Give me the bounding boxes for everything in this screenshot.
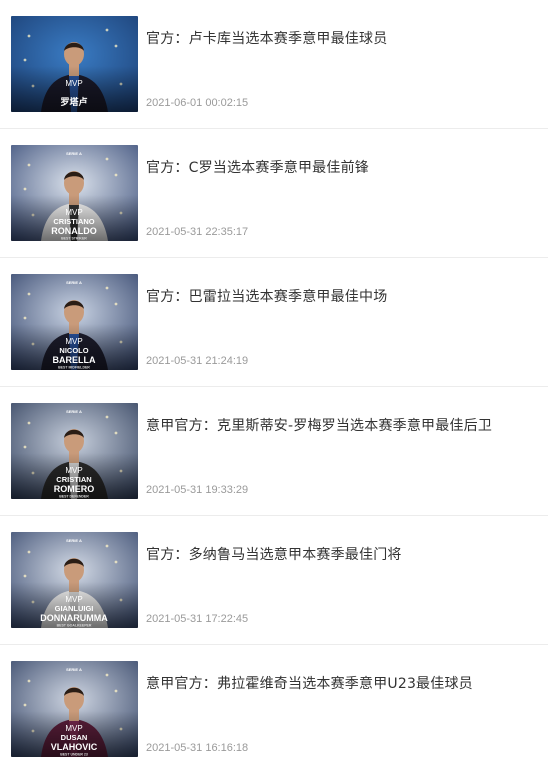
poster-league: SERIE A bbox=[66, 151, 82, 156]
poster-image: SERIE A MVPGIANLUIGIDONNARUMMABEST GOALKE… bbox=[11, 532, 138, 628]
news-thumbnail[interactable]: SERIE A MVP CRISTIAN ROMERO BEST DEFENDER bbox=[11, 403, 138, 499]
news-item[interactable]: SERIE A MVP GIANLUIGI DONNARUMMA BEST GOALKE… bbox=[0, 516, 548, 645]
news-item[interactable]: SERIE A MVP CRISTIANO RONALDO BEST STRIKER 官… bbox=[0, 129, 548, 258]
news-title[interactable]: 官方：卢卡库当选本赛季意甲最佳球员 bbox=[146, 29, 540, 49]
poster-first-name: DUSAN bbox=[61, 733, 88, 742]
news-item[interactable]: SERIE A MVP CRISTIAN ROMERO BEST DEFENDER 意甲… bbox=[0, 387, 548, 516]
news-title[interactable]: 官方：多纳鲁马当选意甲本赛季最佳门将 bbox=[146, 545, 540, 565]
poster-last-name: DONNARUMMA bbox=[40, 613, 108, 623]
poster-award: BEST GOALKEEPER bbox=[57, 624, 92, 628]
news-thumbnail[interactable]: SERIE A MVP GIANLUIGI DONNARUMMA BEST GOALKE… bbox=[11, 532, 138, 628]
poster-mvp: MVP bbox=[65, 337, 82, 346]
poster-last-name: RONALDO bbox=[51, 226, 97, 236]
news-timestamp: 2021-05-31 17:22:45 bbox=[146, 613, 249, 625]
poster-league: SERIE A bbox=[66, 538, 82, 543]
poster-award: BEST STRIKER bbox=[61, 237, 87, 241]
news-title[interactable]: 官方：巴雷拉当选本赛季意甲最佳中场 bbox=[146, 287, 540, 307]
news-thumbnail[interactable]: SERIE A MVP CRISTIANO RONALDO BEST STRIKER bbox=[11, 145, 138, 241]
poster-last-name: BARELLA bbox=[53, 355, 96, 365]
poster-first-name: CRISTIAN bbox=[56, 475, 91, 484]
news-thumbnail[interactable]: MVP 罗塔卢 bbox=[11, 16, 138, 112]
news-timestamp: 2021-05-31 19:33:29 bbox=[146, 484, 249, 496]
poster-first-name: GIANLUIGI bbox=[55, 604, 94, 613]
news-item[interactable]: SERIE A MVP DUSAN VLAHOVIC BEST UNDER 23 意甲官… bbox=[0, 645, 548, 774]
poster-last-name: 罗塔卢 bbox=[60, 96, 87, 107]
poster-mvp: MVP bbox=[65, 724, 82, 733]
news-item[interactable]: MVP 罗塔卢 官方：卢卡库当选本赛季意甲最佳球员 2021-06-01 00:0… bbox=[0, 0, 548, 129]
poster-last-name: ROMERO bbox=[54, 484, 95, 494]
news-timestamp: 2021-05-31 16:16:18 bbox=[146, 742, 249, 754]
news-thumbnail[interactable]: SERIE A MVP NICOLO BARELLA BEST MIDFIELDER bbox=[11, 274, 138, 370]
poster-last-name: VLAHOVIC bbox=[51, 742, 98, 752]
news-timestamp: 2021-06-01 00:02:15 bbox=[146, 97, 249, 109]
poster-mvp: MVP bbox=[65, 208, 82, 217]
poster-image: SERIE A MVPNICOLOBARELLABEST MIDFIELDER bbox=[11, 274, 138, 370]
news-title[interactable]: 官方：C罗当选本赛季意甲最佳前锋 bbox=[146, 158, 540, 178]
poster-first-name: CRISTIANO bbox=[53, 217, 94, 226]
poster-award: BEST UNDER 23 bbox=[60, 753, 88, 757]
news-timestamp: 2021-05-31 21:24:19 bbox=[146, 355, 249, 367]
poster-image: SERIE A MVPCRISTIANORONALDOBEST STRIKER bbox=[11, 145, 138, 241]
news-thumbnail[interactable]: SERIE A MVP DUSAN VLAHOVIC BEST UNDER 23 bbox=[11, 661, 138, 757]
poster-league: SERIE A bbox=[66, 667, 82, 672]
poster-mvp: MVP bbox=[65, 79, 82, 88]
news-title[interactable]: 意甲官方：弗拉霍维奇当选本赛季意甲U23最佳球员 bbox=[146, 674, 540, 694]
poster-first-name: NICOLO bbox=[59, 346, 88, 355]
poster-league: SERIE A bbox=[66, 409, 82, 414]
poster-image: MVP 罗塔卢 bbox=[11, 16, 138, 112]
poster-mvp: MVP bbox=[65, 466, 82, 475]
poster-mvp: MVP bbox=[65, 595, 82, 604]
news-list: MVP 罗塔卢 官方：卢卡库当选本赛季意甲最佳球员 2021-06-01 00:0… bbox=[0, 0, 548, 768]
poster-image: SERIE A MVPDUSANVLAHOVICBEST UNDER 23 bbox=[11, 661, 138, 757]
poster-award: BEST DEFENDER bbox=[59, 495, 89, 499]
news-item[interactable]: SERIE A MVP NICOLO BARELLA BEST MIDFIELDER 官… bbox=[0, 258, 548, 387]
poster-image: SERIE A MVPCRISTIANROMEROBEST DEFENDER bbox=[11, 403, 138, 499]
news-title[interactable]: 意甲官方：克里斯蒂安-罗梅罗当选本赛季意甲最佳后卫 bbox=[146, 416, 540, 436]
poster-award: BEST MIDFIELDER bbox=[58, 366, 90, 370]
news-timestamp: 2021-05-31 22:35:17 bbox=[146, 226, 249, 238]
poster-league: SERIE A bbox=[66, 280, 82, 285]
